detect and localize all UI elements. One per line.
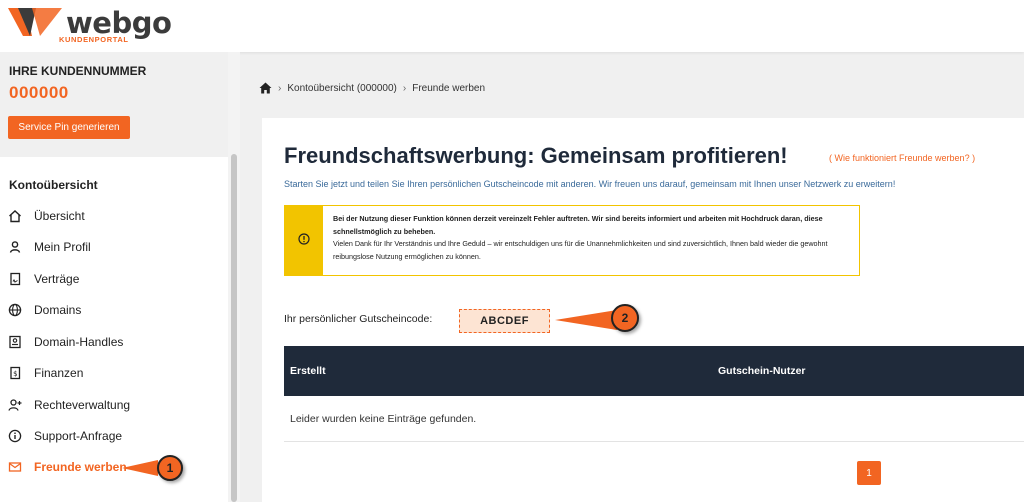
- sidebar-item-mein-profil[interactable]: Mein Profil: [8, 236, 218, 258]
- sidebar-item-rechteverwaltung[interactable]: Rechteverwaltung: [8, 394, 218, 416]
- chevron-right-icon: ›: [278, 82, 282, 94]
- globe-icon: [8, 303, 22, 317]
- warning-bold-text: Bei der Nutzung dieser Funktion können d…: [333, 214, 823, 236]
- nav-section-title: Kontoübersicht: [9, 178, 98, 192]
- warning-sidebar: [285, 206, 323, 275]
- voucher-code-label: Ihr persönlicher Gutscheincode:: [284, 313, 433, 325]
- sidebar-item-label: Mein Profil: [34, 240, 91, 254]
- home-icon[interactable]: [259, 82, 272, 94]
- sidebar-item-support-anfrage[interactable]: Support-Anfrage: [8, 425, 218, 447]
- webgo-logo-mark: [8, 8, 62, 36]
- id-card-icon: [8, 335, 22, 349]
- webgo-logo[interactable]: webgo KUNDENPORTAL: [6, 4, 172, 44]
- sidebar-item-label: Freunde werben: [34, 460, 127, 474]
- service-pin-button[interactable]: Service Pin generieren: [8, 116, 130, 139]
- user-icon: [8, 240, 22, 254]
- chevron-right-icon: ›: [402, 82, 407, 94]
- sidebar-item-uebersicht[interactable]: Übersicht: [8, 205, 218, 227]
- customer-number-box: IHRE KUNDENNUMMER 000000 Service Pin gen…: [0, 52, 228, 157]
- sidebar-item-vertraege[interactable]: Verträge: [8, 268, 218, 290]
- customer-number-value: 000000: [9, 83, 69, 102]
- invoice-icon: $: [8, 366, 22, 380]
- breadcrumb: › Kontoübersicht (000000) › Freunde werb…: [259, 80, 485, 96]
- sidebar-item-label: Verträge: [34, 272, 80, 286]
- sidebar-item-domain-handles[interactable]: Domain-Handles: [8, 331, 218, 353]
- annotation-callout-2: 2: [555, 304, 645, 334]
- column-header-erstellt[interactable]: Erstellt: [290, 365, 326, 377]
- warning-box: Bei der Nutzung dieser Funktion können d…: [284, 205, 860, 276]
- column-header-gutschein-nutzer[interactable]: Gutschein-Nutzer: [718, 365, 806, 377]
- sidebar-item-label: Übersicht: [34, 209, 85, 223]
- sidebar-item-label: Domains: [34, 303, 82, 317]
- annotation-number: 2: [621, 311, 629, 325]
- empty-table-message: Leider wurden keine Einträge gefunden.: [290, 413, 477, 425]
- home-icon: [8, 209, 22, 223]
- user-plus-icon: [8, 398, 22, 412]
- pagination-page-button[interactable]: 1: [857, 461, 881, 485]
- warning-icon: [298, 232, 310, 250]
- sidebar-item-domains[interactable]: Domains: [8, 299, 218, 321]
- breadcrumb-item-current: Freunde werben: [412, 82, 486, 94]
- sidebar-item-finanzen[interactable]: $ Finanzen: [8, 362, 218, 384]
- breadcrumb-item-kontouebersicht[interactable]: Kontoübersicht (000000): [287, 83, 397, 94]
- svg-text:$: $: [13, 370, 17, 378]
- sidebar: IHRE KUNDENNUMMER 000000 Service Pin gen…: [0, 52, 240, 502]
- annotation-number: 1: [166, 461, 174, 475]
- page-subtitle: Starten Sie jetzt und teilen Sie Ihren p…: [284, 179, 896, 189]
- sidebar-item-label: Support-Anfrage: [34, 429, 123, 443]
- warning-text: Bei der Nutzung dieser Funktion können d…: [333, 213, 853, 263]
- info-icon: [8, 429, 22, 443]
- contract-icon: [8, 272, 22, 286]
- annotation-badge: 1: [157, 455, 183, 481]
- sidebar-item-freunde-werben[interactable]: Freunde werben: [8, 456, 218, 478]
- table-header: Erstellt Gutschein-Nutzer: [284, 346, 1024, 396]
- voucher-code-value[interactable]: ABCDEF: [459, 309, 550, 333]
- warning-regular-text: Vielen Dank für Ihr Verständnis und Ihre…: [333, 239, 828, 261]
- sidebar-item-label: Domain-Handles: [34, 335, 124, 349]
- table-row: Leider wurden keine Einträge gefunden.: [284, 396, 1024, 442]
- sidebar-scrollbar-thumb[interactable]: [231, 154, 237, 502]
- page-title: Freundschaftswerbung: Gemeinsam profitie…: [284, 143, 788, 168]
- logo-subtitle: KUNDENPORTAL: [59, 35, 129, 44]
- annotation-badge: 2: [611, 304, 639, 332]
- mail-icon: [8, 460, 22, 474]
- top-header: webgo KUNDENPORTAL: [0, 0, 1024, 52]
- annotation-callout-1: 1: [122, 455, 184, 481]
- sidebar-item-label: Rechteverwaltung: [34, 398, 131, 412]
- help-link[interactable]: ( Wie funktioniert Freunde werben? ): [829, 153, 975, 163]
- customer-number-label: IHRE KUNDENNUMMER: [9, 64, 147, 78]
- sidebar-item-label: Finanzen: [34, 366, 84, 380]
